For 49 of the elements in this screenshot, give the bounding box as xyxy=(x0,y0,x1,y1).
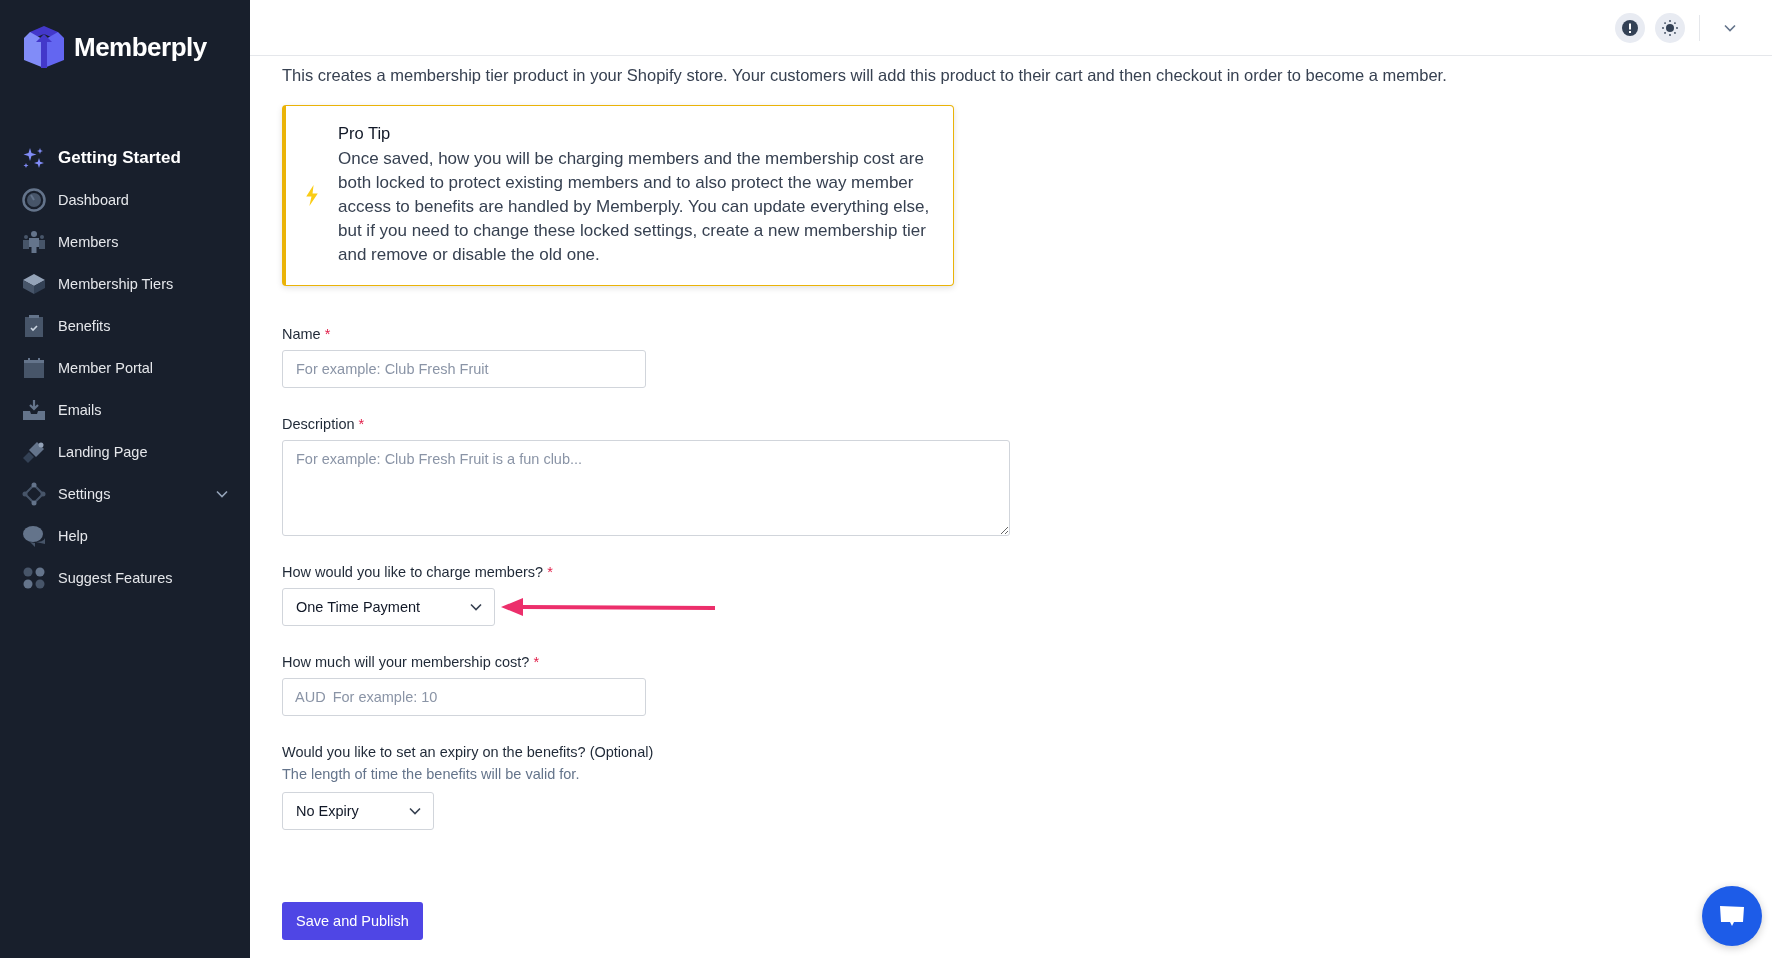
sidebar-item[interactable]: Dashboard xyxy=(22,186,228,214)
chevron-down-icon xyxy=(216,490,228,498)
chevron-down-icon xyxy=(470,603,483,611)
sidebar-item[interactable]: Benefits xyxy=(22,312,228,340)
inbox-download-icon xyxy=(22,398,46,422)
page-intro: This creates a membership tier product in your Shopify store. Your customers will add this product to their cart and then checkout in order to become a member. xyxy=(282,66,1448,85)
gauge-icon xyxy=(22,188,46,212)
lightning-icon xyxy=(306,185,318,206)
chat-button[interactable] xyxy=(1702,886,1762,946)
alert-button[interactable] xyxy=(1615,12,1645,43)
nodes-icon xyxy=(22,482,46,506)
chat-bubbles-icon xyxy=(22,524,46,548)
field-help: The length of time the benefits will be valid for. xyxy=(282,766,581,782)
sidebar-item[interactable]: Help xyxy=(22,522,228,550)
chevron-down-icon xyxy=(408,807,421,815)
sidebar-item[interactable]: Member Portal xyxy=(22,354,228,382)
sidebar-item[interactable]: Settings xyxy=(22,480,228,508)
account-menu-button[interactable] xyxy=(1724,23,1736,32)
people-icon xyxy=(22,230,46,254)
sidebar-item[interactable]: Suggest Features xyxy=(22,564,228,592)
save-publish-button[interactable]: Save and Publish xyxy=(282,902,423,940)
select-dropdown[interactable]: One Time Payment xyxy=(282,588,496,626)
logo-icon xyxy=(22,24,66,70)
calendar-icon xyxy=(22,356,46,380)
sidebar-item[interactable]: Emails xyxy=(22,396,228,424)
clipboard-check-icon xyxy=(22,314,46,338)
sidebar-item[interactable]: Getting Started xyxy=(22,144,228,172)
sidebar-item[interactable]: Membership Tiers xyxy=(22,270,228,298)
field-label: Description * xyxy=(282,416,366,432)
field-label: Name * xyxy=(282,326,332,342)
alert-icon xyxy=(1622,19,1638,36)
brand-name: Memberply xyxy=(74,31,207,63)
sidebar-item[interactable]: Landing Page xyxy=(22,438,228,466)
dots-grid-icon xyxy=(22,566,46,590)
field-label: How would you like to charge members? * xyxy=(282,564,554,580)
sun-icon xyxy=(1661,18,1679,37)
tip-text: Once saved, how you will be charging members and the membership cost are both locked to protect existing members and to also protect the way member access to benefits are handled by Memberply. You can update everything else, but if you need to change these locked settings, create a new membership tier and remove or disable the old one. xyxy=(338,148,931,266)
chevron-down-icon xyxy=(1724,23,1736,32)
field-label: Would you like to set an expiry on the benefits? (Optional) xyxy=(282,744,655,760)
tip-title: Pro Tip xyxy=(338,124,392,143)
sidebar-item[interactable]: Members xyxy=(22,228,228,256)
field-label: How much will your membership cost? * xyxy=(282,654,541,670)
theme-button[interactable] xyxy=(1655,12,1685,43)
textarea-field[interactable]: For example: Club Fresh Fruit is a fun club... xyxy=(282,440,1010,536)
telescope-icon xyxy=(22,440,46,464)
input-field[interactable]: For example: Club Fresh Fruit xyxy=(282,350,646,388)
cube-icon xyxy=(22,272,46,296)
chat-icon xyxy=(1718,904,1746,928)
select-dropdown[interactable]: No Expiry xyxy=(282,792,434,830)
